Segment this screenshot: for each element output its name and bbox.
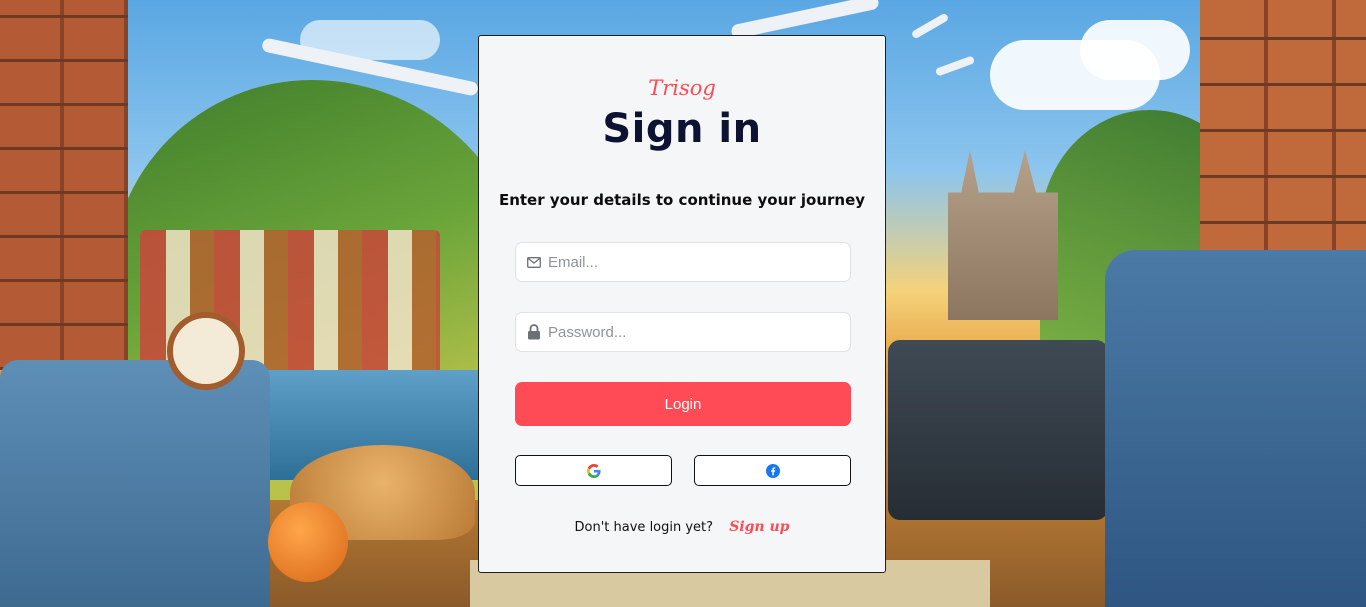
facebook-login-button[interactable] <box>694 455 851 486</box>
password-input[interactable] <box>546 322 830 342</box>
email-input[interactable] <box>546 252 830 272</box>
pumpkin <box>268 502 348 582</box>
cloud <box>1080 20 1190 80</box>
clock <box>167 312 245 390</box>
google-icon <box>586 463 601 478</box>
brick-wall <box>0 0 128 370</box>
signup-link[interactable]: Sign up <box>729 519 789 535</box>
signup-prompt: Don't have login yet? Sign up <box>479 519 885 535</box>
signin-card: Trisog Sign in Enter your details to con… <box>478 35 886 573</box>
suitcase <box>1105 250 1366 607</box>
google-login-button[interactable] <box>515 455 672 486</box>
email-field-wrapper <box>515 242 851 282</box>
page-title: Sign in <box>602 106 762 152</box>
airplane <box>934 55 976 77</box>
airplane <box>730 0 880 40</box>
brand-logo: Trisog <box>648 76 716 100</box>
signup-prompt-text: Don't have login yet? <box>574 520 714 535</box>
lock-icon <box>527 324 541 340</box>
travel-trunk <box>888 340 1108 520</box>
suitcase <box>0 360 270 607</box>
brick-wall <box>1200 0 1366 270</box>
airplane <box>910 12 950 40</box>
password-field-wrapper <box>515 312 851 352</box>
facebook-icon <box>765 463 780 478</box>
signin-subtitle: Enter your details to continue your jour… <box>498 191 866 209</box>
login-button[interactable]: Login <box>515 382 851 426</box>
envelope-icon <box>527 256 541 268</box>
church-towers <box>948 150 1058 320</box>
